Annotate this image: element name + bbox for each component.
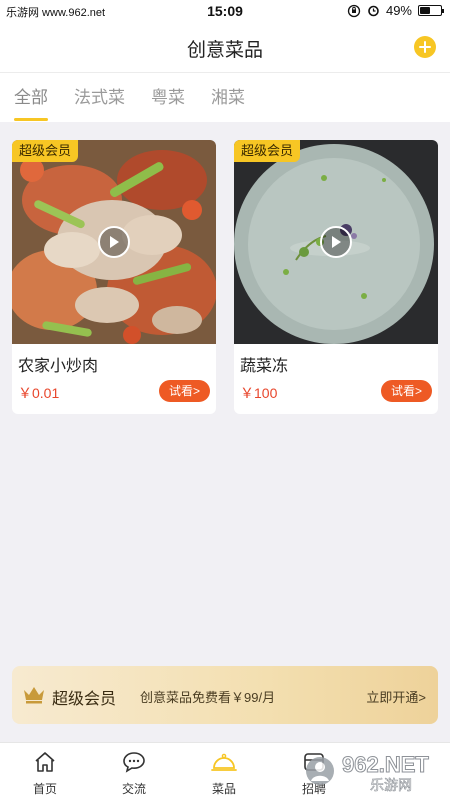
play-icon: [110, 236, 119, 248]
svg-text:962.NET: 962.NET: [342, 752, 429, 777]
banner-desc: 创意菜品免费看￥99/月: [140, 690, 276, 705]
nav-home[interactable]: 首页: [15, 751, 75, 797]
rotation-lock-icon: [347, 4, 361, 17]
tab-cantonese[interactable]: 粤菜: [151, 73, 185, 123]
banner-title: 超级会员: [52, 691, 117, 708]
status-indicators: 49%: [347, 3, 444, 18]
dish-card[interactable]: 超级会员 蔬菜冻 ￥100 试看>: [234, 140, 438, 414]
tab-french[interactable]: 法式菜: [74, 73, 125, 123]
plus-icon: [419, 41, 431, 53]
dish-price: ￥0.01: [18, 385, 60, 401]
page-title: 创意菜品: [186, 39, 263, 61]
alarm-icon: [368, 5, 379, 17]
member-banner[interactable]: 超级会员 创意菜品免费看￥99/月 立即开通>: [12, 666, 438, 724]
battery-icon: [418, 5, 444, 16]
tab-hunan[interactable]: 湘菜: [211, 73, 245, 123]
dish-cover-icon: [211, 753, 237, 771]
add-button[interactable]: [414, 36, 436, 58]
app-header: 创意菜品: [0, 24, 450, 72]
vip-badge: 超级会员: [234, 140, 301, 162]
dish-name: 蔬菜冻: [240, 358, 289, 375]
watermark-logo-icon: [306, 757, 334, 785]
nav-label: 菜品: [211, 782, 236, 796]
dish-name: 农家小炒肉: [18, 358, 99, 375]
status-bar: 乐游网 www.962.net 15:09 49%: [0, 0, 450, 24]
dish-price: ￥100: [240, 385, 278, 401]
trial-view-button[interactable]: 试看>: [380, 380, 432, 402]
battery-percent: 49%: [385, 3, 412, 18]
play-button[interactable]: [320, 226, 352, 258]
activate-now-link[interactable]: 立即开通>: [366, 687, 426, 706]
chat-icon: [123, 752, 145, 773]
site-watermark: 962.NET 乐游网: [304, 746, 444, 796]
nav-dishes[interactable]: 菜品: [194, 751, 254, 797]
tab-all[interactable]: 全部: [14, 73, 48, 123]
watermark-962net: 962.NET 乐游网: [342, 752, 430, 795]
svg-text:乐游网: 乐游网: [370, 778, 412, 794]
vip-badge: 超级会员: [12, 140, 79, 162]
nav-label: 交流: [121, 782, 146, 796]
nav-chat[interactable]: 交流: [104, 751, 164, 797]
play-icon: [332, 236, 341, 248]
trial-view-button[interactable]: 试看>: [158, 380, 210, 402]
dish-card[interactable]: 超级会员 农家小炒肉 ￥0.01 试看>: [12, 140, 216, 414]
crown-icon: [24, 687, 44, 704]
nav-label: 首页: [32, 782, 57, 796]
play-button[interactable]: [98, 226, 130, 258]
category-tabs: 全部 法式菜 粤菜 湘菜: [0, 72, 450, 122]
home-icon: [35, 752, 55, 772]
